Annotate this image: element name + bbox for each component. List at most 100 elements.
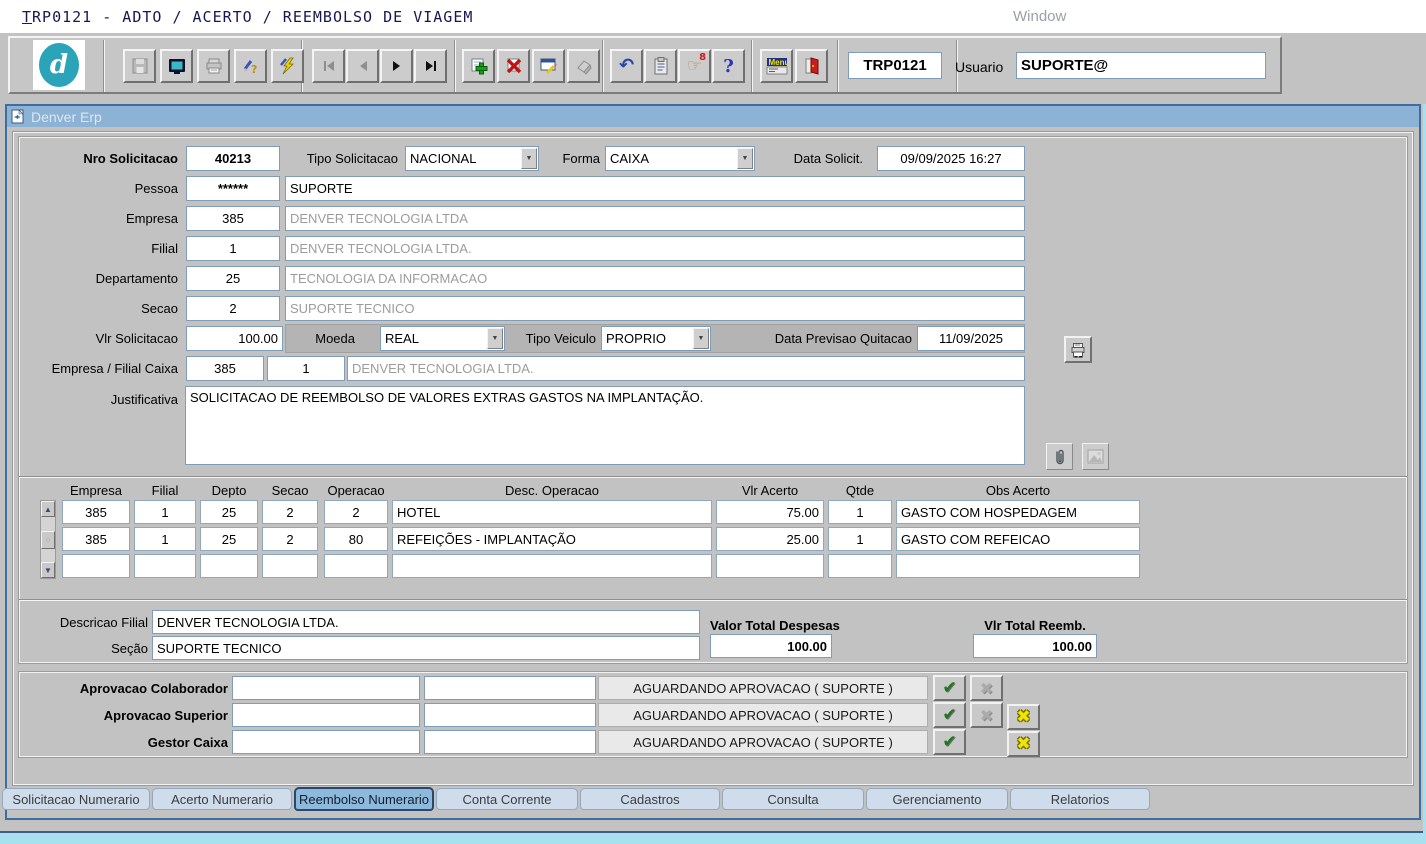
scroll-up-icon[interactable]: ▲ [41,501,55,517]
cancel-gestor-button[interactable]: ✖ [1007,731,1040,757]
aprovacao-colaborador-date-field[interactable] [232,676,420,700]
empresa-code-field[interactable]: 385 [186,206,280,231]
moeda-select[interactable]: REAL▼ [380,326,505,351]
grid-cell[interactable]: 1 [134,500,196,524]
gestor-caixa-user-field[interactable] [424,730,596,754]
grid-cell[interactable]: 75.00 [716,500,824,524]
scroll-thumb[interactable]: ⁘ [41,531,55,549]
grid-cell[interactable]: GASTO COM HOSPEDAGEM [896,500,1140,524]
grid-cell[interactable] [262,554,318,578]
grid-cell[interactable] [62,554,130,578]
secao-code-field[interactable]: 2 [186,296,280,321]
grid-cell[interactable]: 1 [828,527,892,551]
help-button[interactable]: ? [712,49,745,83]
aprovacao-superior-date-field[interactable] [232,703,420,727]
inner-window-titlebar[interactable]: Denver Erp [7,106,1419,127]
scroll-down-icon[interactable]: ▼ [41,562,55,578]
descricao-filial-field[interactable]: DENVER TECNOLOGIA LTDA. [152,610,700,634]
grid-cell[interactable]: 2 [262,500,318,524]
chevron-down-icon[interactable]: ▼ [693,328,709,349]
approve-superior-button[interactable]: ✔ [933,702,966,728]
view-image-button[interactable] [1082,443,1109,470]
approve-colaborador-button[interactable]: ✔ [933,675,966,701]
filial-code-field[interactable]: 1 [186,236,280,261]
menu-button[interactable]: Menu [760,49,793,83]
tipo-solicitacao-select[interactable]: NACIONAL▼ [405,146,539,171]
data-previsao-field[interactable]: 11/09/2025 [917,326,1025,351]
caixa-filial-field[interactable]: 1 [267,356,345,381]
previous-record-button[interactable] [346,49,379,83]
pessoa-desc-field[interactable]: SUPORTE [285,176,1025,201]
attach-file-button[interactable] [1046,443,1073,470]
tab-cadastros[interactable]: Cadastros [580,788,720,810]
tab-reembolso-numerario[interactable]: Reembolso Numerario [294,787,434,811]
commit-button[interactable]: ☞8 [678,49,711,83]
approve-gestor-button[interactable]: ✔ [933,729,966,755]
grid-cell[interactable]: 25.00 [716,527,824,551]
grid-cell[interactable]: 25 [200,500,258,524]
grid-cell[interactable] [200,554,258,578]
grid-cell[interactable] [324,554,388,578]
tipo-veiculo-select[interactable]: PROPRIO▼ [601,326,711,351]
grid-scrollbar[interactable]: ▲ ⁘ ▼ [40,500,56,579]
grid-cell[interactable]: GASTO COM REFEICAO [896,527,1140,551]
grid-cell[interactable]: 80 [324,527,388,551]
tab-relatorios[interactable]: Relatorios [1010,788,1150,810]
last-record-button[interactable] [414,49,447,83]
next-record-button[interactable] [380,49,413,83]
grid-cell[interactable] [134,554,196,578]
tab-consulta[interactable]: Consulta [722,788,864,810]
secao-footer-field[interactable]: SUPORTE TECNICO [152,636,700,660]
grid-cell[interactable]: 2 [324,500,388,524]
menu-window[interactable]: Window [1013,8,1066,25]
grid-cell[interactable] [392,554,712,578]
cancel-superior-button[interactable]: ✖ [1007,704,1040,730]
first-record-button[interactable] [312,49,345,83]
grid-cell[interactable]: 2 [262,527,318,551]
tab-solicitacao-numerario[interactable]: Solicitacao Numerario [2,788,150,810]
chevron-down-icon[interactable]: ▼ [487,328,503,349]
pessoa-code-field[interactable]: ****** [186,176,280,201]
reject-superior-button[interactable]: ✖ [970,702,1003,728]
print-button[interactable] [197,49,230,83]
justificativa-textarea[interactable]: SOLICITACAO DE REEMBOLSO DE VALORES EXTR… [185,386,1025,465]
print-request-button[interactable] [1064,336,1092,363]
chevron-down-icon[interactable]: ▼ [737,148,753,169]
enter-query-button[interactable]: ? [234,49,267,83]
aprovacao-colaborador-user-field[interactable] [424,676,596,700]
grid-cell[interactable]: 385 [62,500,130,524]
grid-cell[interactable]: HOTEL [392,500,712,524]
grid-cell[interactable] [896,554,1140,578]
clipboard-button[interactable] [644,49,677,83]
usuario-field[interactable]: SUPORTE@ [1016,52,1266,79]
vlr-solicitacao-field[interactable]: 100.00 [186,326,283,351]
grid-cell[interactable] [828,554,892,578]
tab-acerto-numerario[interactable]: Acerto Numerario [152,788,292,810]
departamento-code-field[interactable]: 25 [186,266,280,291]
grid-cell[interactable]: 1 [134,527,196,551]
grid-cell[interactable] [716,554,824,578]
grid-cell[interactable]: 385 [62,527,130,551]
delete-record-button[interactable] [497,49,530,83]
aprovacao-superior-user-field[interactable] [424,703,596,727]
caixa-empresa-field[interactable]: 385 [186,356,264,381]
undo-button[interactable]: ↶ [610,49,643,83]
grid-cell[interactable]: 25 [200,527,258,551]
display-block-button[interactable] [160,49,193,83]
grid-cell[interactable]: 1 [828,500,892,524]
data-solicit-field[interactable]: 09/09/2025 16:27 [877,146,1025,171]
list-values-button[interactable] [532,49,565,83]
tab-gerenciamento[interactable]: Gerenciamento [866,788,1008,810]
nro-solicitacao-field[interactable]: 40213 [186,146,280,171]
exit-button[interactable] [795,49,828,83]
save-button[interactable] [123,49,156,83]
gestor-caixa-date-field[interactable] [232,730,420,754]
chevron-down-icon[interactable]: ▼ [521,148,537,169]
insert-record-button[interactable] [462,49,495,83]
grid-cell[interactable]: REFEIÇÕES - IMPLANTAÇÃO [392,527,712,551]
tab-conta-corrente[interactable]: Conta Corrente [436,788,578,810]
execute-query-button[interactable] [271,49,304,83]
forma-select[interactable]: CAIXA▼ [605,146,755,171]
clear-record-button[interactable] [567,49,600,83]
reject-colaborador-button[interactable]: ✖ [970,675,1003,701]
